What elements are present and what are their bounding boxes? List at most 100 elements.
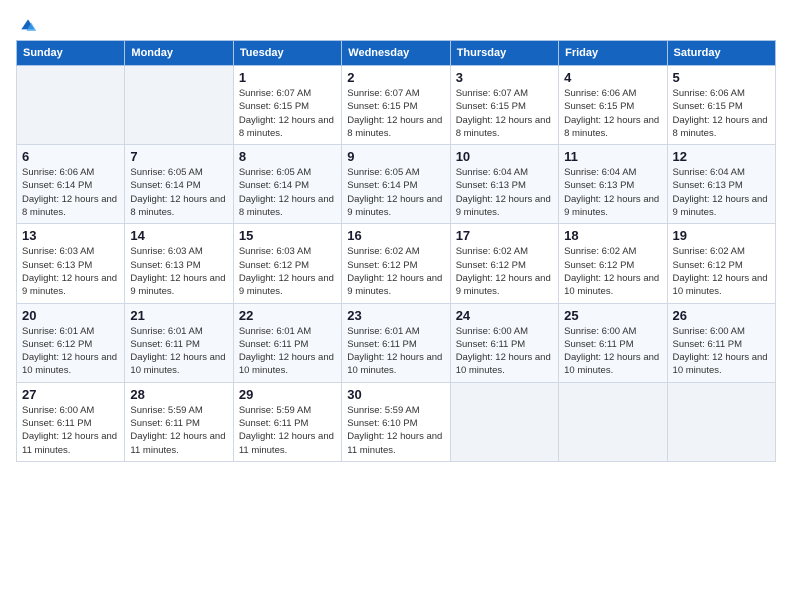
day-info: Sunrise: 6:06 AM Sunset: 6:14 PM Dayligh… <box>22 166 119 219</box>
day-info: Sunrise: 6:00 AM Sunset: 6:11 PM Dayligh… <box>456 325 553 378</box>
calendar-week-row: 6 Sunrise: 6:06 AM Sunset: 6:14 PM Daylig… <box>17 145 776 224</box>
calendar-cell: 22 Sunrise: 6:01 AM Sunset: 6:11 PM Dayli… <box>233 303 341 382</box>
calendar-cell: 25 Sunrise: 6:00 AM Sunset: 6:11 PM Dayli… <box>559 303 667 382</box>
calendar-cell: 7Sunrise: 6:05 AM Sunset: 6:14 PM Daylig… <box>125 145 233 224</box>
calendar-cell: 30 Sunrise: 5:59 AM Sunset: 6:10 PM Dayli… <box>342 382 450 461</box>
calendar-cell: 11Sunrise: 6:04 AM Sunset: 6:13 PM Dayli… <box>559 145 667 224</box>
calendar-cell <box>17 66 125 145</box>
page-header <box>16 16 776 36</box>
day-number: 7 <box>130 149 227 164</box>
day-number: 3 <box>456 70 553 85</box>
calendar-cell: 2 Sunrise: 6:07 AM Sunset: 6:15 PM Daylig… <box>342 66 450 145</box>
day-number: 12 <box>673 149 770 164</box>
day-info: Sunrise: 6:00 AM Sunset: 6:11 PM Dayligh… <box>673 325 770 378</box>
calendar-cell: 26 Sunrise: 6:00 AM Sunset: 6:11 PM Dayli… <box>667 303 775 382</box>
day-number: 8 <box>239 149 336 164</box>
day-number: 26 <box>673 308 770 323</box>
calendar-cell: 12 Sunrise: 6:04 AM Sunset: 6:13 PM Dayli… <box>667 145 775 224</box>
day-info: Sunrise: 6:03 AM Sunset: 6:13 PM Dayligh… <box>22 245 119 298</box>
day-info: Sunrise: 6:04 AM Sunset: 6:13 PM Dayligh… <box>456 166 553 219</box>
calendar-table: SundayMondayTuesdayWednesdayThursdayFrid… <box>16 40 776 462</box>
day-info: Sunrise: 6:07 AM Sunset: 6:15 PM Dayligh… <box>347 87 444 140</box>
day-number: 15 <box>239 228 336 243</box>
day-info: Sunrise: 6:01 AM Sunset: 6:12 PM Dayligh… <box>22 325 119 378</box>
weekday-header-row: SundayMondayTuesdayWednesdayThursdayFrid… <box>17 41 776 66</box>
day-info: Sunrise: 6:07 AM Sunset: 6:15 PM Dayligh… <box>456 87 553 140</box>
calendar-cell: 28 Sunrise: 5:59 AM Sunset: 6:11 PM Dayli… <box>125 382 233 461</box>
calendar-cell: 23 Sunrise: 6:01 AM Sunset: 6:11 PM Dayli… <box>342 303 450 382</box>
day-info: Sunrise: 5:59 AM Sunset: 6:11 PM Dayligh… <box>130 404 227 457</box>
day-number: 9 <box>347 149 444 164</box>
calendar-cell: 6 Sunrise: 6:06 AM Sunset: 6:14 PM Daylig… <box>17 145 125 224</box>
calendar-cell <box>450 382 558 461</box>
day-number: 13 <box>22 228 119 243</box>
calendar-cell: 15 Sunrise: 6:03 AM Sunset: 6:12 PM Dayli… <box>233 224 341 303</box>
day-number: 17 <box>456 228 553 243</box>
calendar-week-row: 20 Sunrise: 6:01 AM Sunset: 6:12 PM Dayli… <box>17 303 776 382</box>
day-info: Sunrise: 6:00 AM Sunset: 6:11 PM Dayligh… <box>22 404 119 457</box>
calendar-cell: 29 Sunrise: 5:59 AM Sunset: 6:11 PM Dayli… <box>233 382 341 461</box>
calendar-week-row: 27Sunrise: 6:00 AM Sunset: 6:11 PM Dayli… <box>17 382 776 461</box>
weekday-header: Wednesday <box>342 41 450 66</box>
calendar-cell <box>559 382 667 461</box>
day-number: 30 <box>347 387 444 402</box>
day-number: 4 <box>564 70 661 85</box>
day-info: Sunrise: 6:02 AM Sunset: 6:12 PM Dayligh… <box>564 245 661 298</box>
day-info: Sunrise: 6:06 AM Sunset: 6:15 PM Dayligh… <box>564 87 661 140</box>
calendar-cell: 27Sunrise: 6:00 AM Sunset: 6:11 PM Dayli… <box>17 382 125 461</box>
calendar-cell: 4 Sunrise: 6:06 AM Sunset: 6:15 PM Daylig… <box>559 66 667 145</box>
calendar-cell <box>667 382 775 461</box>
day-info: Sunrise: 6:05 AM Sunset: 6:14 PM Dayligh… <box>239 166 336 219</box>
calendar-cell: 13 Sunrise: 6:03 AM Sunset: 6:13 PM Dayli… <box>17 224 125 303</box>
calendar-cell: 24 Sunrise: 6:00 AM Sunset: 6:11 PM Dayli… <box>450 303 558 382</box>
logo-icon <box>18 16 38 36</box>
day-number: 25 <box>564 308 661 323</box>
day-info: Sunrise: 6:07 AM Sunset: 6:15 PM Dayligh… <box>239 87 336 140</box>
day-number: 19 <box>673 228 770 243</box>
day-info: Sunrise: 5:59 AM Sunset: 6:11 PM Dayligh… <box>239 404 336 457</box>
day-number: 20 <box>22 308 119 323</box>
day-info: Sunrise: 6:01 AM Sunset: 6:11 PM Dayligh… <box>130 325 227 378</box>
day-number: 14 <box>130 228 227 243</box>
day-number: 5 <box>673 70 770 85</box>
day-number: 11 <box>564 149 661 164</box>
weekday-header: Monday <box>125 41 233 66</box>
day-info: Sunrise: 6:04 AM Sunset: 6:13 PM Dayligh… <box>673 166 770 219</box>
weekday-header: Tuesday <box>233 41 341 66</box>
day-number: 1 <box>239 70 336 85</box>
day-number: 29 <box>239 387 336 402</box>
day-number: 2 <box>347 70 444 85</box>
day-number: 6 <box>22 149 119 164</box>
calendar-cell: 17Sunrise: 6:02 AM Sunset: 6:12 PM Dayli… <box>450 224 558 303</box>
weekday-header: Saturday <box>667 41 775 66</box>
calendar-cell: 19 Sunrise: 6:02 AM Sunset: 6:12 PM Dayli… <box>667 224 775 303</box>
calendar-cell: 8 Sunrise: 6:05 AM Sunset: 6:14 PM Daylig… <box>233 145 341 224</box>
calendar-cell: 3 Sunrise: 6:07 AM Sunset: 6:15 PM Daylig… <box>450 66 558 145</box>
day-info: Sunrise: 6:01 AM Sunset: 6:11 PM Dayligh… <box>239 325 336 378</box>
day-number: 24 <box>456 308 553 323</box>
day-number: 21 <box>130 308 227 323</box>
calendar-cell: 18Sunrise: 6:02 AM Sunset: 6:12 PM Dayli… <box>559 224 667 303</box>
day-number: 16 <box>347 228 444 243</box>
day-number: 22 <box>239 308 336 323</box>
day-number: 28 <box>130 387 227 402</box>
day-info: Sunrise: 6:03 AM Sunset: 6:12 PM Dayligh… <box>239 245 336 298</box>
weekday-header: Sunday <box>17 41 125 66</box>
day-number: 23 <box>347 308 444 323</box>
calendar-week-row: 13 Sunrise: 6:03 AM Sunset: 6:13 PM Dayli… <box>17 224 776 303</box>
weekday-header: Friday <box>559 41 667 66</box>
calendar-cell: 14Sunrise: 6:03 AM Sunset: 6:13 PM Dayli… <box>125 224 233 303</box>
day-info: Sunrise: 6:02 AM Sunset: 6:12 PM Dayligh… <box>673 245 770 298</box>
calendar-week-row: 1 Sunrise: 6:07 AM Sunset: 6:15 PM Daylig… <box>17 66 776 145</box>
day-info: Sunrise: 6:00 AM Sunset: 6:11 PM Dayligh… <box>564 325 661 378</box>
calendar-cell: 10 Sunrise: 6:04 AM Sunset: 6:13 PM Dayli… <box>450 145 558 224</box>
day-number: 10 <box>456 149 553 164</box>
calendar-cell: 16Sunrise: 6:02 AM Sunset: 6:12 PM Dayli… <box>342 224 450 303</box>
calendar-cell: 5Sunrise: 6:06 AM Sunset: 6:15 PM Daylig… <box>667 66 775 145</box>
calendar-cell <box>125 66 233 145</box>
calendar-cell: 20 Sunrise: 6:01 AM Sunset: 6:12 PM Dayli… <box>17 303 125 382</box>
day-info: Sunrise: 6:01 AM Sunset: 6:11 PM Dayligh… <box>347 325 444 378</box>
calendar-cell: 21 Sunrise: 6:01 AM Sunset: 6:11 PM Dayli… <box>125 303 233 382</box>
logo <box>16 16 38 36</box>
day-info: Sunrise: 5:59 AM Sunset: 6:10 PM Dayligh… <box>347 404 444 457</box>
